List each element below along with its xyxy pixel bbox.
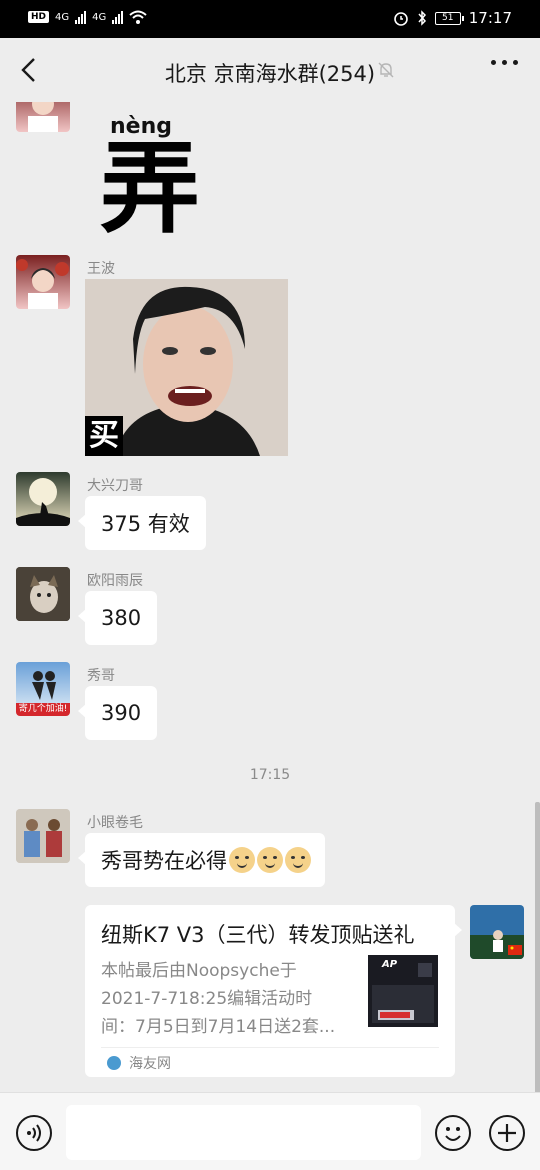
message-list[interactable]: nèng 弄 王波 买 大兴刀哥 375 有效 欧阳雨辰 380 寄几个加油! … bbox=[0, 102, 540, 1092]
card-desc-line: 本帖最后由Noopsyche于 bbox=[101, 961, 297, 981]
card-divider bbox=[101, 1047, 439, 1048]
bluetooth-icon bbox=[418, 10, 426, 26]
card-desc-line: 2021-7-718:25编辑活动时 bbox=[101, 989, 313, 1009]
bell-off-icon bbox=[378, 62, 394, 78]
doge-emoji-icon bbox=[285, 847, 311, 873]
signal-icon-2 bbox=[112, 10, 124, 24]
alarm-icon bbox=[393, 12, 408, 26]
network-label-2: 4G bbox=[92, 11, 107, 23]
signal-icon bbox=[75, 10, 87, 24]
sticker-neng[interactable]: nèng 弄 bbox=[100, 110, 210, 247]
text-bubble[interactable]: 秀哥势在必得 bbox=[78, 833, 325, 887]
scrollbar[interactable] bbox=[535, 802, 540, 1092]
text-bubble[interactable]: 390 bbox=[77, 686, 158, 740]
network-label-1: 4G bbox=[55, 11, 70, 23]
card-thumbnail: AP bbox=[368, 955, 438, 1027]
input-bar bbox=[0, 1092, 540, 1170]
image-caption: 买 bbox=[85, 416, 123, 456]
avatar-ouyangyuchen[interactable] bbox=[16, 567, 70, 621]
battery-icon: 51 bbox=[434, 11, 464, 25]
more-dots-icon[interactable] bbox=[491, 60, 518, 65]
emoji-icon[interactable] bbox=[435, 1115, 471, 1151]
sender-name: 秀哥 bbox=[87, 668, 115, 684]
status-left: HD 4G 4G bbox=[28, 10, 147, 24]
avatar-wangbo-1[interactable] bbox=[16, 102, 70, 132]
chat-header: 北京 京南海水群(254) bbox=[0, 38, 540, 102]
wifi-icon bbox=[129, 10, 147, 24]
doge-emoji-icon bbox=[257, 847, 283, 873]
card-description: 本帖最后由Noopsyche于 2021-7-718:25编辑活动时 间：7月5… bbox=[101, 957, 356, 1041]
hd-badge: HD bbox=[28, 11, 50, 23]
status-right: 51 17:17 bbox=[393, 9, 512, 27]
plus-icon[interactable] bbox=[489, 1115, 525, 1151]
card-title: 纽斯K7 V3（三代）转发顶贴送礼 bbox=[101, 923, 415, 947]
avatar-xiaoyanjuanmao[interactable] bbox=[16, 809, 70, 863]
text-bubble[interactable]: 375 有效 bbox=[78, 496, 206, 550]
sender-name: 小眼卷毛 bbox=[87, 815, 143, 831]
link-card[interactable]: 纽斯K7 V3（三代）转发顶贴送礼 本帖最后由Noopsyche于 2021-7… bbox=[85, 905, 462, 1077]
source-logo-icon bbox=[107, 1056, 121, 1070]
avatar-caption: 寄几个加油! bbox=[16, 703, 70, 716]
status-time: 17:17 bbox=[468, 9, 512, 27]
status-bar: HD 4G 4G 51 17:17 bbox=[0, 0, 540, 38]
sender-name: 欧阳雨辰 bbox=[87, 573, 143, 589]
message-input[interactable] bbox=[66, 1105, 421, 1160]
sender-name: 王波 bbox=[87, 261, 115, 277]
source-name: 海友网 bbox=[129, 1056, 171, 1072]
avatar-xiuge[interactable]: 寄几个加油! bbox=[16, 662, 70, 716]
sender-name: 大兴刀哥 bbox=[87, 478, 143, 494]
text-bubble[interactable]: 380 bbox=[77, 591, 158, 645]
my-avatar[interactable] bbox=[470, 905, 524, 959]
doge-emoji-icon bbox=[229, 847, 255, 873]
bubble-text: 秀哥势在必得 bbox=[101, 849, 227, 873]
avatar-wangbo[interactable] bbox=[16, 255, 70, 309]
message-timestamp: 17:15 bbox=[249, 767, 291, 783]
voice-icon[interactable] bbox=[16, 1115, 52, 1151]
card-desc-line: 间：7月5日到7月14日送2套... bbox=[101, 1017, 336, 1037]
image-message[interactable]: 买 bbox=[85, 279, 288, 456]
sticker-char: 弄 bbox=[100, 130, 200, 247]
avatar-daxingdaoge[interactable] bbox=[16, 472, 70, 526]
card-thumb-text: AP bbox=[382, 959, 398, 970]
chat-title: 北京 京南海水群(254) bbox=[164, 62, 376, 86]
